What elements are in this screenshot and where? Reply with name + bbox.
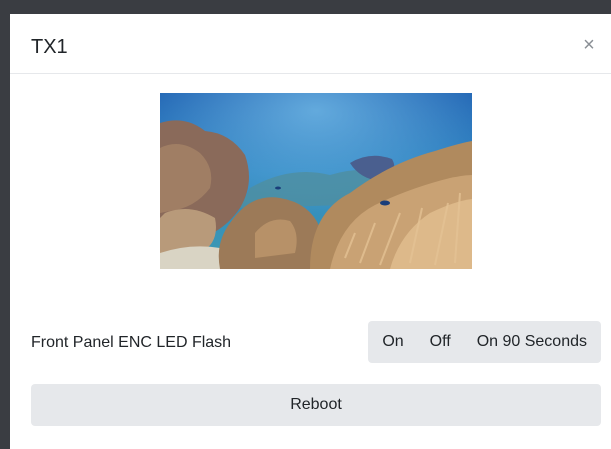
modal-header: TX1 × [10,14,611,74]
led-flash-option-on[interactable]: On [368,321,416,363]
backdrop-left [0,0,10,449]
led-flash-option-on-90-seconds[interactable]: On 90 Seconds [464,321,601,363]
front-panel-led-setting: Front Panel ENC LED Flash On Off On 90 S… [31,321,601,363]
backdrop-top [0,0,611,14]
led-flash-segmented-control: On Off On 90 Seconds [368,321,601,363]
front-panel-led-label: Front Panel ENC LED Flash [31,334,232,351]
device-modal: TX1 × Front Panel ENC LED Flash On Off O… [10,14,611,449]
close-icon[interactable]: × [577,32,601,58]
led-flash-option-off[interactable]: Off [417,321,464,363]
video-preview-image [160,93,472,269]
modal-title: TX1 [31,36,68,58]
reboot-button[interactable]: Reboot [31,384,601,426]
